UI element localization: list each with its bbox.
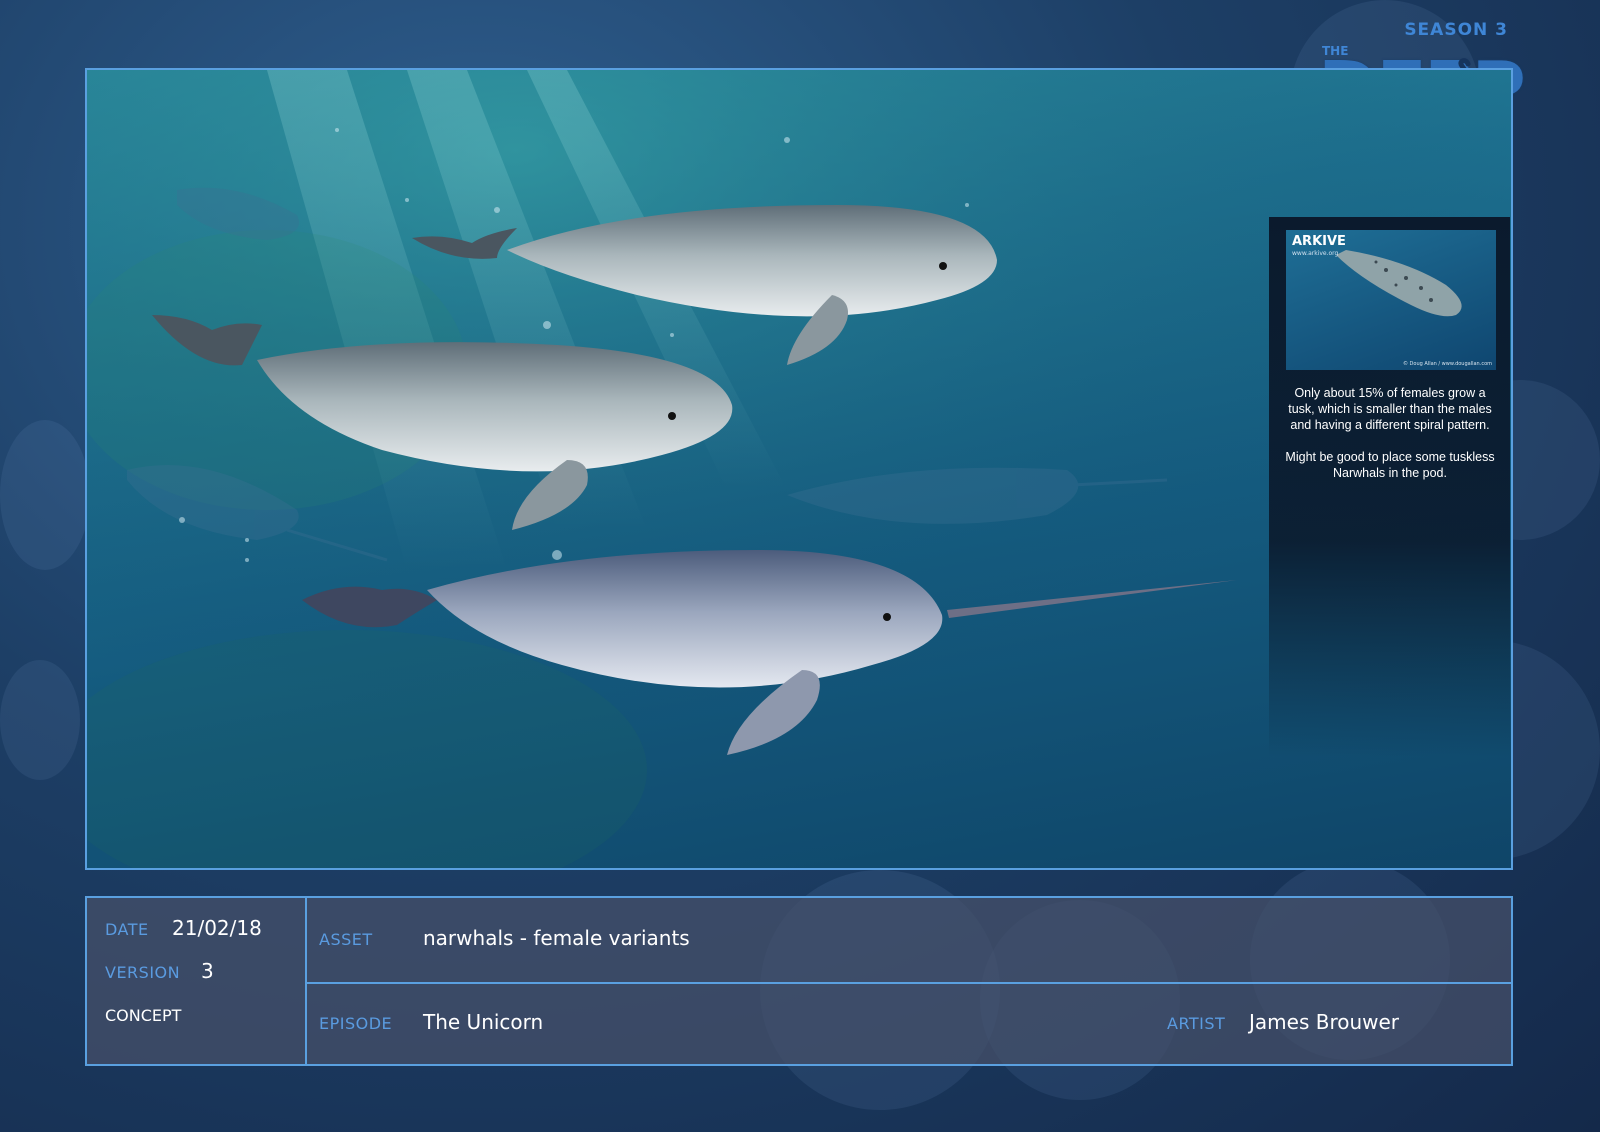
date-value: 21/02/18 [172, 916, 262, 940]
asset-label: ASSET [319, 930, 373, 949]
episode-row: EPISODE The Unicorn ARTIST James Brouwer [307, 984, 1511, 1064]
asset-value: narwhals - female variants [423, 926, 690, 950]
concept-artwork: ARKIVE www.arkive.org © Doug Allan / www… [85, 68, 1513, 870]
reference-notes: Only about 15% of females grow a tusk, w… [1284, 385, 1496, 497]
season-label: SEASON 3 [1404, 20, 1508, 40]
bokeh-circle [0, 660, 80, 780]
reference-photo: ARKIVE www.arkive.org © Doug Allan / www… [1286, 230, 1496, 370]
arkive-url: www.arkive.org [1292, 250, 1339, 257]
info-meta: DATE 21/02/18 VERSION 3 CONCEPT [87, 898, 307, 1064]
photo-credit: © Doug Allan / www.dougallan.com [1402, 361, 1492, 367]
episode-value: The Unicorn [423, 1010, 544, 1034]
version-label: VERSION [105, 963, 181, 982]
episode-label: EPISODE [319, 1014, 393, 1033]
date-label: DATE [105, 920, 149, 939]
stage-label: CONCEPT [105, 1006, 182, 1025]
reference-note: Only about 15% of females grow a tusk, w… [1288, 386, 1492, 432]
info-bar: DATE 21/02/18 VERSION 3 CONCEPT ASSET na… [85, 896, 1513, 1066]
artist-label: ARTIST [1167, 1014, 1226, 1033]
artist-value: James Brouwer [1249, 1010, 1400, 1034]
bokeh-circle [0, 420, 90, 570]
reference-panel: ARKIVE www.arkive.org © Doug Allan / www… [1269, 217, 1510, 757]
asset-row: ASSET narwhals - female variants [307, 898, 1511, 984]
version-value: 3 [201, 959, 214, 983]
arkive-logo: ARKIVE [1292, 234, 1346, 249]
reference-note: Might be good to place some tuskless Nar… [1285, 450, 1495, 480]
